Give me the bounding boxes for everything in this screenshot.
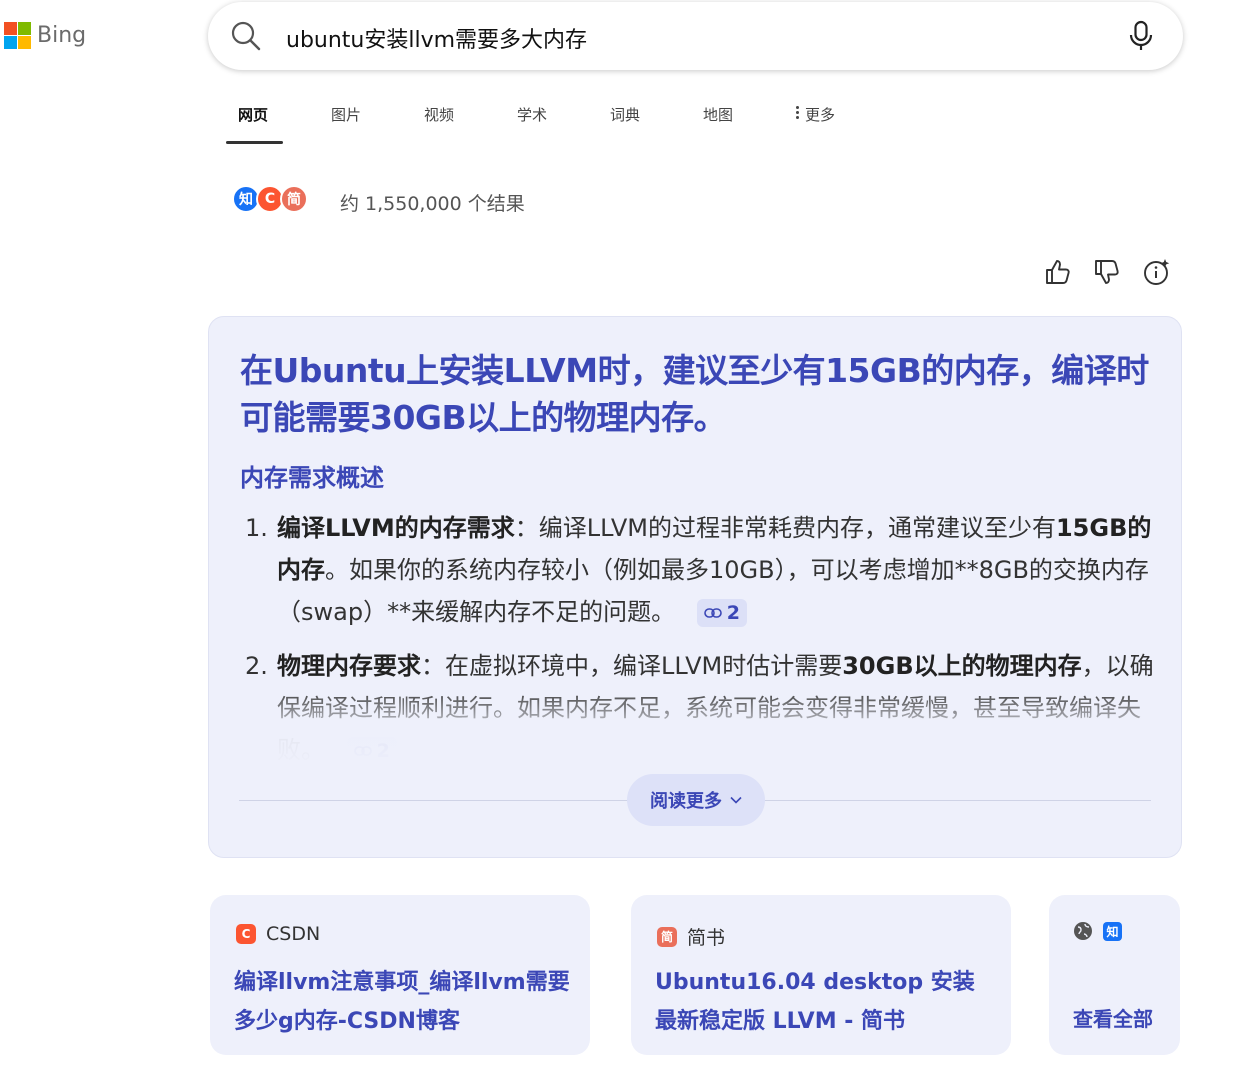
tab-more[interactable]: 更多 [784, 96, 877, 144]
result-count: 约 1,550,000 个结果 [340, 193, 525, 215]
source-card-csdn[interactable]: C CSDN 编译llvm注意事项_编译llvm需要多少g内存-CSDN博客 [210, 895, 590, 1055]
more-dots-icon [796, 104, 799, 119]
thumbs-down-icon[interactable] [1092, 257, 1122, 287]
source-badges: 知 C 简 [232, 185, 308, 213]
tab-maps[interactable]: 地图 [691, 96, 784, 144]
source-title-link[interactable]: Ubuntu16.04 desktop 安装最新稳定版 LLVM - 简书 [655, 963, 995, 1041]
brand-name: Bing [37, 23, 87, 48]
search-icon[interactable] [230, 20, 262, 52]
read-more-button[interactable]: 阅读更多 [627, 774, 765, 826]
tab-images[interactable]: 图片 [319, 96, 412, 144]
zhihu-icon: 知 [1103, 921, 1122, 941]
view-all-link[interactable]: 查看全部 [1073, 1003, 1153, 1032]
tab-more-label: 更多 [805, 106, 836, 124]
csdn-icon: C [236, 924, 256, 944]
source-site-name: CSDN [266, 923, 321, 945]
chevron-down-icon [730, 796, 742, 804]
microsoft-logo-icon [4, 22, 31, 49]
copilot-info-icon[interactable] [1142, 257, 1172, 287]
tab-dictionary[interactable]: 词典 [598, 96, 691, 144]
tab-videos[interactable]: 视频 [412, 96, 505, 144]
answer-headline: 在Ubuntu上安装LLVM时，建议至少有15GB的内存，编译时可能需要30GB… [240, 351, 1149, 437]
search-input[interactable]: ubuntu安装llvm需要多大内存 [286, 22, 587, 54]
answer-subhead: 内存需求概述 [240, 464, 384, 492]
link-icon [703, 608, 722, 618]
globe-icon [1074, 922, 1092, 940]
jianshu-icon: 简 [657, 926, 677, 947]
thumbs-up-icon[interactable] [1043, 257, 1073, 287]
tab-web[interactable]: 网页 [226, 96, 319, 144]
search-tabs: 网页 图片 视频 学术 词典 地图 更多 [226, 96, 877, 144]
bing-logo[interactable]: Bing [4, 22, 86, 49]
jianshu-icon: 简 [280, 185, 308, 213]
tab-academic[interactable]: 学术 [505, 96, 598, 144]
answer-card: 在Ubuntu上安装LLVM时，建议至少有15GB的内存，编译时可能需要30GB… [208, 316, 1182, 858]
source-card-jianshu[interactable]: 简 简书 Ubuntu16.04 desktop 安装最新稳定版 LLVM - … [631, 895, 1011, 1055]
search-box[interactable]: ubuntu安装llvm需要多大内存 [208, 2, 1183, 70]
view-all-card[interactable]: 知 查看全部 [1049, 895, 1180, 1055]
citation-link[interactable]: 2 [696, 599, 747, 627]
content-fade [209, 687, 1181, 767]
source-site-name: 简书 [687, 927, 726, 949]
source-title-link[interactable]: 编译llvm注意事项_编译llvm需要多少g内存-CSDN博客 [234, 963, 574, 1041]
microphone-icon[interactable] [1127, 20, 1155, 52]
item-title: 编译LLVM的内存需求 [277, 514, 515, 542]
item-title: 物理内存要求 [277, 652, 421, 680]
list-item: 1. 编译LLVM的内存需求：编译LLVM的过程非常耗费内存，通常建议至少有15… [245, 514, 1152, 627]
